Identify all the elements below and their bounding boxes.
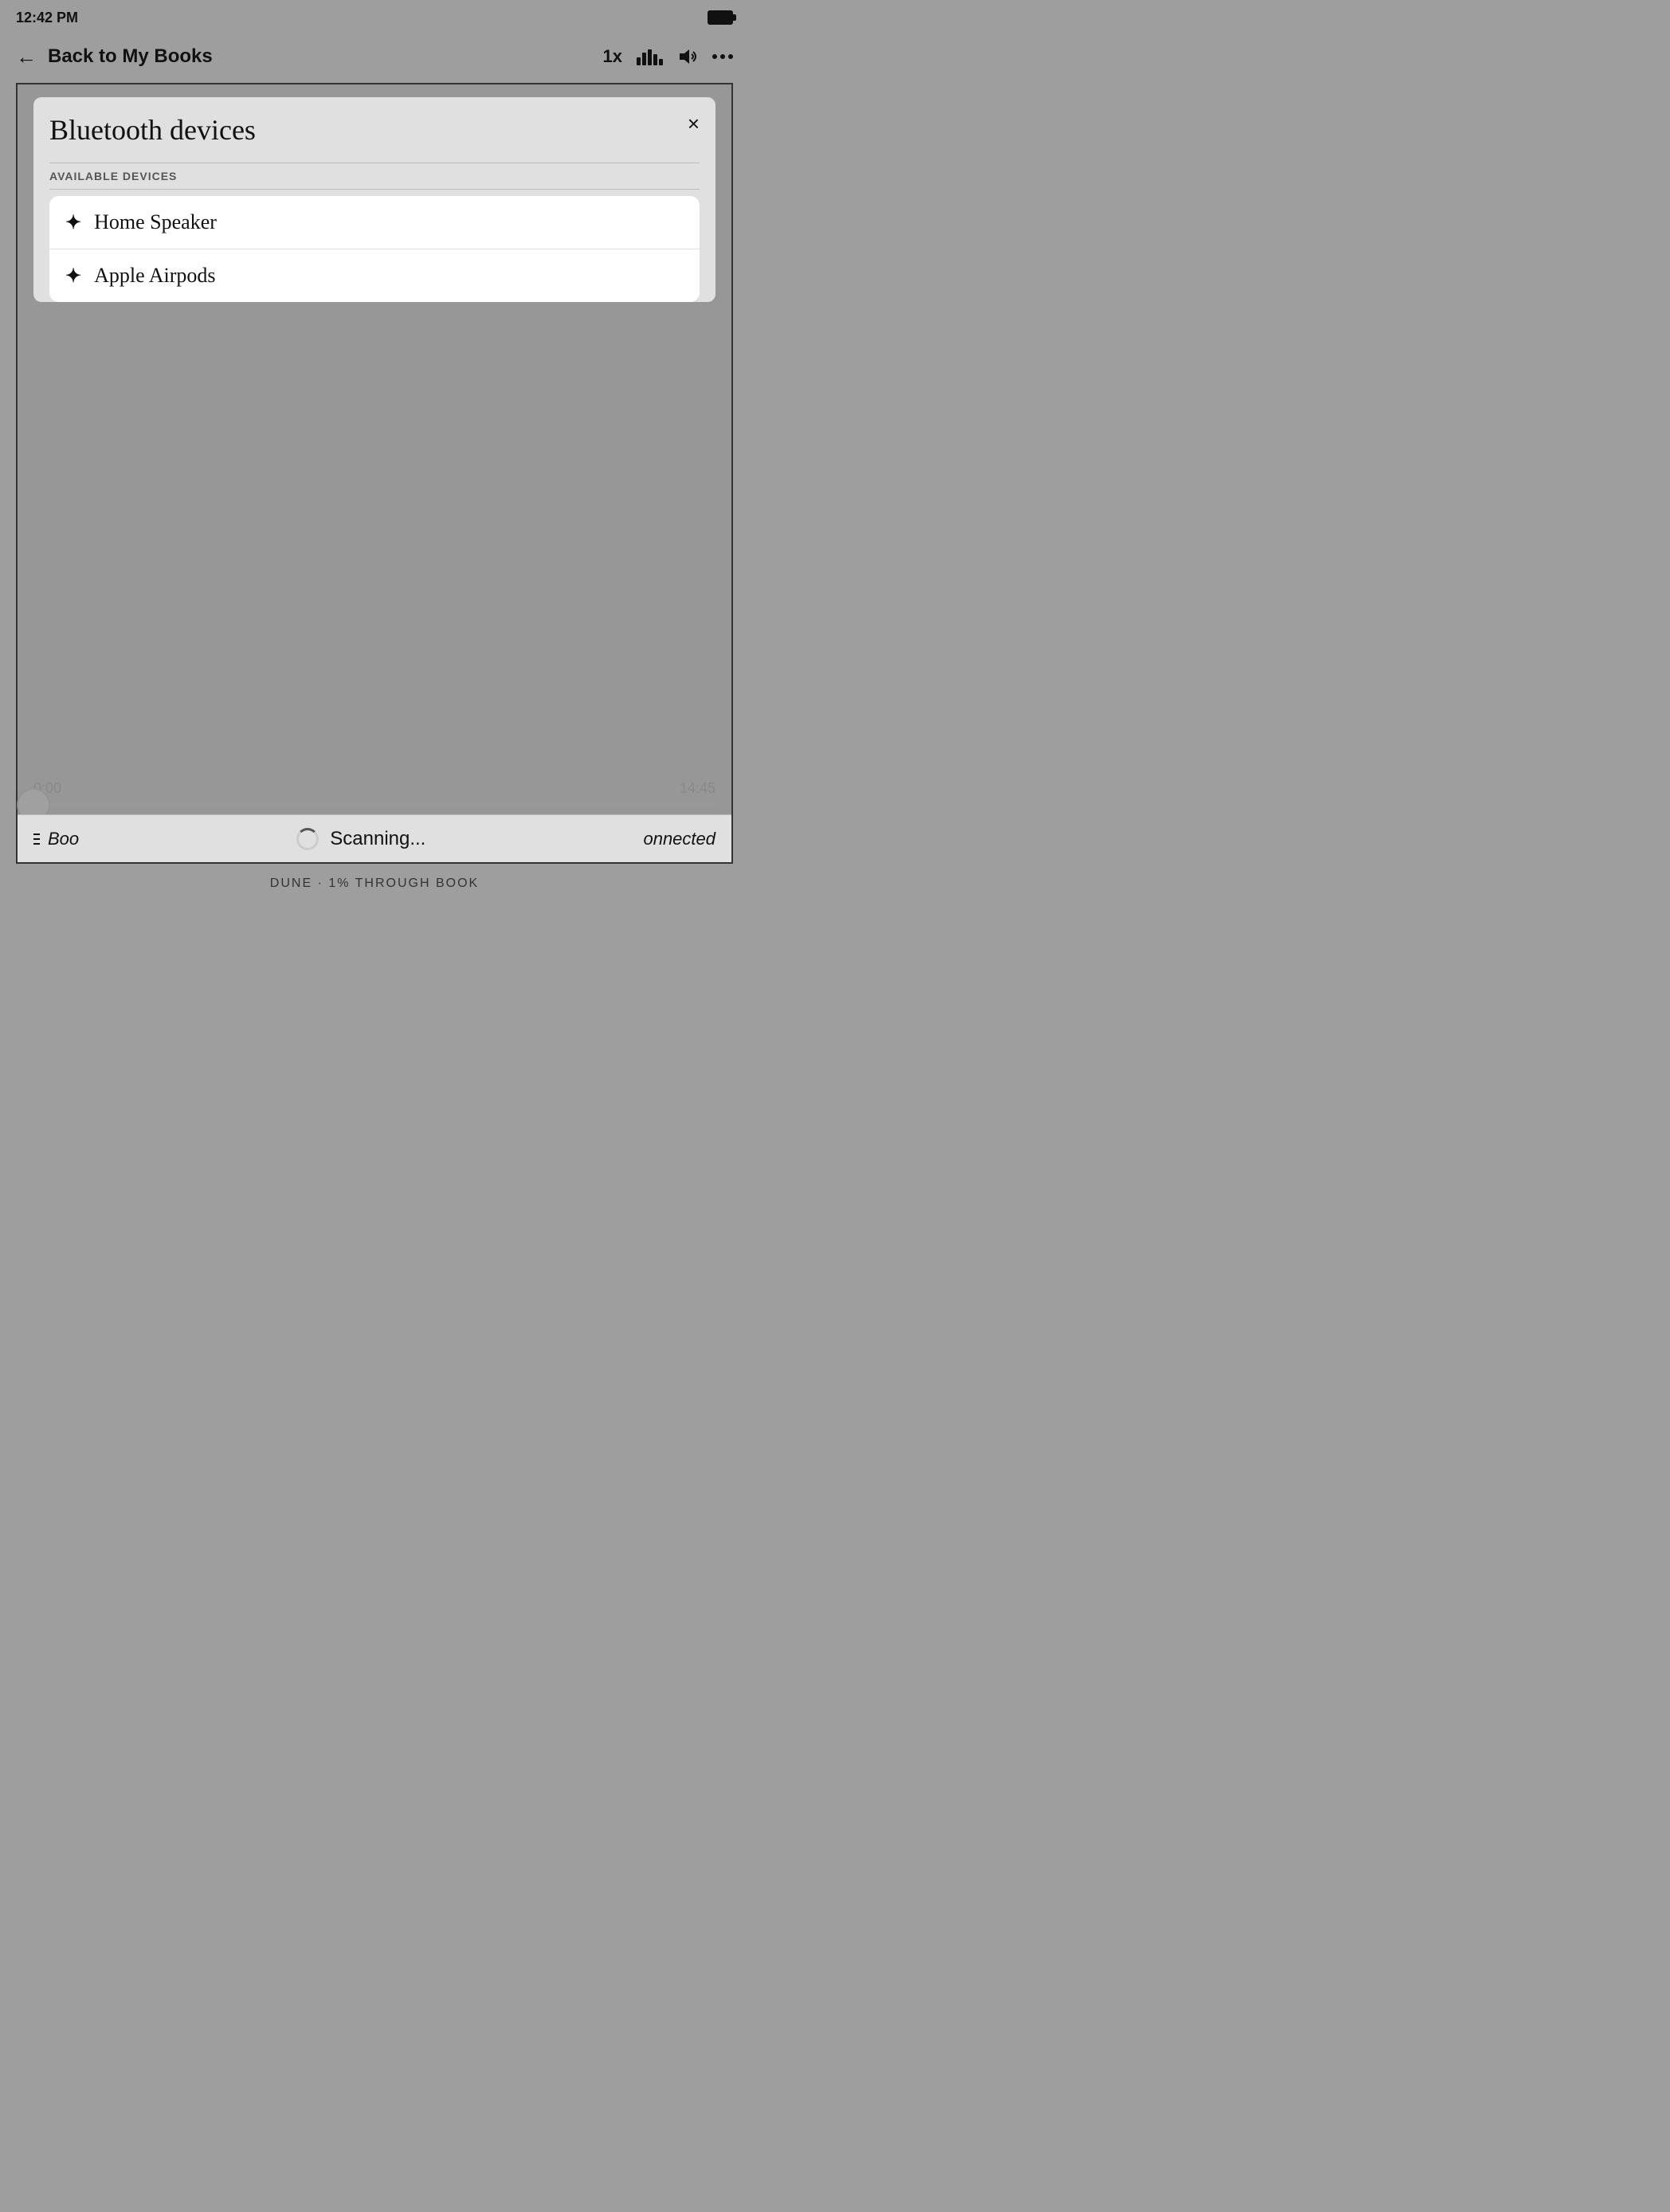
- back-button[interactable]: ←: [16, 45, 37, 69]
- nav-right: 1x: [603, 46, 733, 67]
- bottom-left: Boo: [33, 829, 79, 849]
- device-item[interactable]: ✦ Home Speaker: [49, 196, 700, 249]
- close-button[interactable]: ×: [688, 113, 700, 134]
- available-devices-label: AVAILABLE DEVICES: [49, 163, 700, 190]
- modal-overlay: Bluetooth devices × AVAILABLE DEVICES ✦ …: [18, 84, 731, 814]
- volume-icon[interactable]: [677, 48, 698, 65]
- modal-title: Bluetooth devices: [49, 113, 256, 147]
- menu-icon[interactable]: [33, 833, 40, 845]
- book-progress-label: DUNE · 1% THROUGH BOOK: [270, 877, 479, 891]
- scanning-text: Scanning...: [330, 828, 425, 850]
- bluetooth-icon-1: ✦: [65, 211, 81, 234]
- device-name-2: Apple Airpods: [94, 264, 215, 288]
- scanning-spinner: [296, 828, 319, 850]
- status-time: 12:42 PM: [16, 10, 78, 26]
- nav-left: ← Back to My Books: [16, 45, 213, 69]
- status-bar: 12:42 PM: [0, 0, 749, 35]
- top-nav: ← Back to My Books 1x: [0, 35, 749, 83]
- footer: DUNE · 1% THROUGH BOOK: [0, 864, 749, 904]
- bottom-bar: Boo Scanning... onnected: [18, 814, 731, 862]
- chapters-icon[interactable]: [637, 48, 663, 65]
- main-content: Bluetooth devices × AVAILABLE DEVICES ✦ …: [16, 83, 733, 864]
- bluetooth-modal: Bluetooth devices × AVAILABLE DEVICES ✦ …: [33, 97, 715, 302]
- battery-icon: [708, 10, 733, 25]
- book-label: Boo: [48, 829, 79, 849]
- devices-list: ✦ Home Speaker ✦ Apple Airpods: [49, 196, 700, 302]
- device-item[interactable]: ✦ Apple Airpods: [49, 249, 700, 302]
- connected-text: onnected: [643, 829, 715, 849]
- scanning-section: Scanning...: [79, 828, 643, 850]
- page-title: Back to My Books: [48, 45, 213, 68]
- bluetooth-icon-2: ✦: [65, 265, 81, 288]
- speed-button[interactable]: 1x: [603, 46, 622, 67]
- modal-header: Bluetooth devices ×: [49, 113, 700, 147]
- device-name-1: Home Speaker: [94, 210, 217, 234]
- more-options-button[interactable]: [712, 54, 733, 59]
